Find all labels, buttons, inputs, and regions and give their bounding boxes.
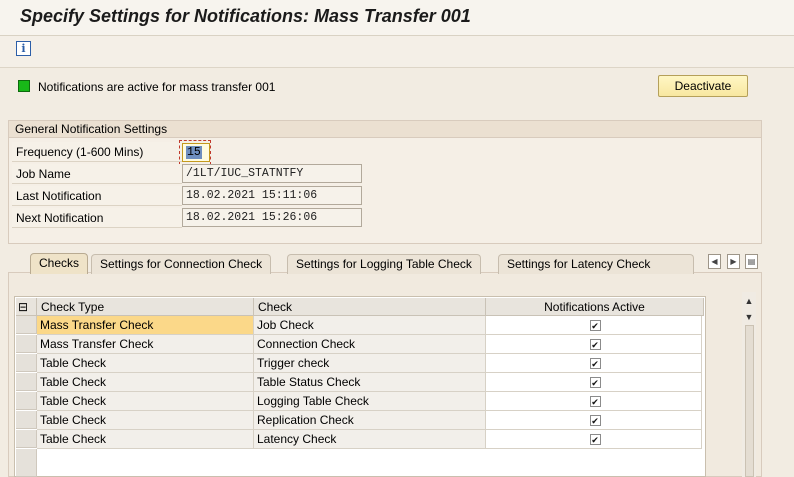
column-header-check[interactable]: Check <box>254 298 486 316</box>
job-name-field[interactable]: /1LT/IUC_STATNTFY <box>182 164 362 183</box>
checkbox[interactable]: ✔ <box>589 415 601 426</box>
row-selector[interactable] <box>16 354 37 372</box>
cell-notifications-active: ✔ <box>486 354 702 373</box>
cell-notifications-active: ✔ <box>486 316 702 335</box>
page-title: Specify Settings for Notifications: Mass… <box>20 6 471 26</box>
tab-scroll-left-icon[interactable]: ◀ <box>708 254 721 269</box>
checkbox[interactable]: ✔ <box>589 339 601 350</box>
cell-check-type[interactable]: Mass Transfer Check <box>37 316 254 335</box>
row-selector[interactable] <box>16 316 37 334</box>
general-settings-header: General Notification Settings <box>8 120 762 138</box>
row-selector[interactable] <box>16 373 37 391</box>
scroll-thumb[interactable] <box>745 325 754 477</box>
job-name-label: Job Name <box>12 164 182 184</box>
tab-connection-check[interactable]: Settings for Connection Check <box>91 254 272 274</box>
last-notification-field[interactable]: 18.02.2021 15:11:06 <box>182 186 362 205</box>
cell-check-type[interactable]: Table Check <box>37 430 254 449</box>
info-icon[interactable]: i <box>16 41 31 56</box>
scroll-down-icon[interactable]: ▼ <box>744 312 754 322</box>
application-toolbar <box>0 36 794 68</box>
deactivate-button[interactable]: Deactivate <box>658 75 748 97</box>
tab-checks[interactable]: Checks <box>30 253 89 274</box>
frequency-field[interactable]: 15 <box>182 143 210 162</box>
tab-scroll-right-icon[interactable]: ▶ <box>727 254 740 269</box>
cell-check[interactable]: Replication Check <box>254 411 486 430</box>
status-led-icon <box>18 80 30 92</box>
cell-check-type[interactable]: Mass Transfer Check <box>37 335 254 354</box>
cell-notifications-active: ✔ <box>486 392 702 411</box>
checkbox[interactable]: ✔ <box>589 396 601 407</box>
tab-list-icon[interactable]: ▤ <box>745 254 758 269</box>
frequency-value: 15 <box>186 146 202 159</box>
next-notification-label: Next Notification <box>12 208 182 228</box>
cell-check[interactable]: Connection Check <box>254 335 486 354</box>
status-text: Notifications are active for mass transf… <box>38 80 276 94</box>
tab-logging-table-check[interactable]: Settings for Logging Table Check <box>287 254 481 274</box>
frequency-label: Frequency (1-600 Mins) <box>12 142 182 162</box>
checkbox[interactable]: ✔ <box>589 320 601 331</box>
last-notification-label: Last Notification <box>12 186 182 206</box>
next-notification-field[interactable]: 18.02.2021 15:26:06 <box>182 208 362 227</box>
row-selector-empty <box>16 449 37 477</box>
cell-check-type[interactable]: Table Check <box>37 411 254 430</box>
row-selector[interactable] <box>16 392 37 410</box>
cell-notifications-active: ✔ <box>486 430 702 449</box>
row-selector[interactable] <box>16 335 37 353</box>
cell-notifications-active: ✔ <box>486 335 702 354</box>
column-header-notifications-active[interactable]: Notifications Active <box>486 298 704 316</box>
column-header-check-type[interactable]: Check Type <box>37 298 254 316</box>
cell-check[interactable]: Table Status Check <box>254 373 486 392</box>
column-config-icon[interactable]: ⊟ <box>16 298 37 316</box>
cell-check-type[interactable]: Table Check <box>37 373 254 392</box>
cell-notifications-active: ✔ <box>486 411 702 430</box>
cell-check-type[interactable]: Table Check <box>37 354 254 373</box>
cell-check-type[interactable]: Table Check <box>37 392 254 411</box>
cell-check[interactable]: Job Check <box>254 316 486 335</box>
cell-notifications-active: ✔ <box>486 373 702 392</box>
title-bar: Specify Settings for Notifications: Mass… <box>0 0 794 36</box>
checkbox[interactable]: ✔ <box>589 377 601 388</box>
tab-latency-check[interactable]: Settings for Latency Check <box>498 254 694 274</box>
row-selector[interactable] <box>16 430 37 448</box>
checkbox[interactable]: ✔ <box>589 434 601 445</box>
row-selector[interactable] <box>16 411 37 429</box>
cell-check[interactable]: Logging Table Check <box>254 392 486 411</box>
checkbox[interactable]: ✔ <box>589 358 601 369</box>
scroll-up-icon[interactable]: ▲ <box>744 296 754 306</box>
cell-check[interactable]: Latency Check <box>254 430 486 449</box>
cell-check[interactable]: Trigger check <box>254 354 486 373</box>
